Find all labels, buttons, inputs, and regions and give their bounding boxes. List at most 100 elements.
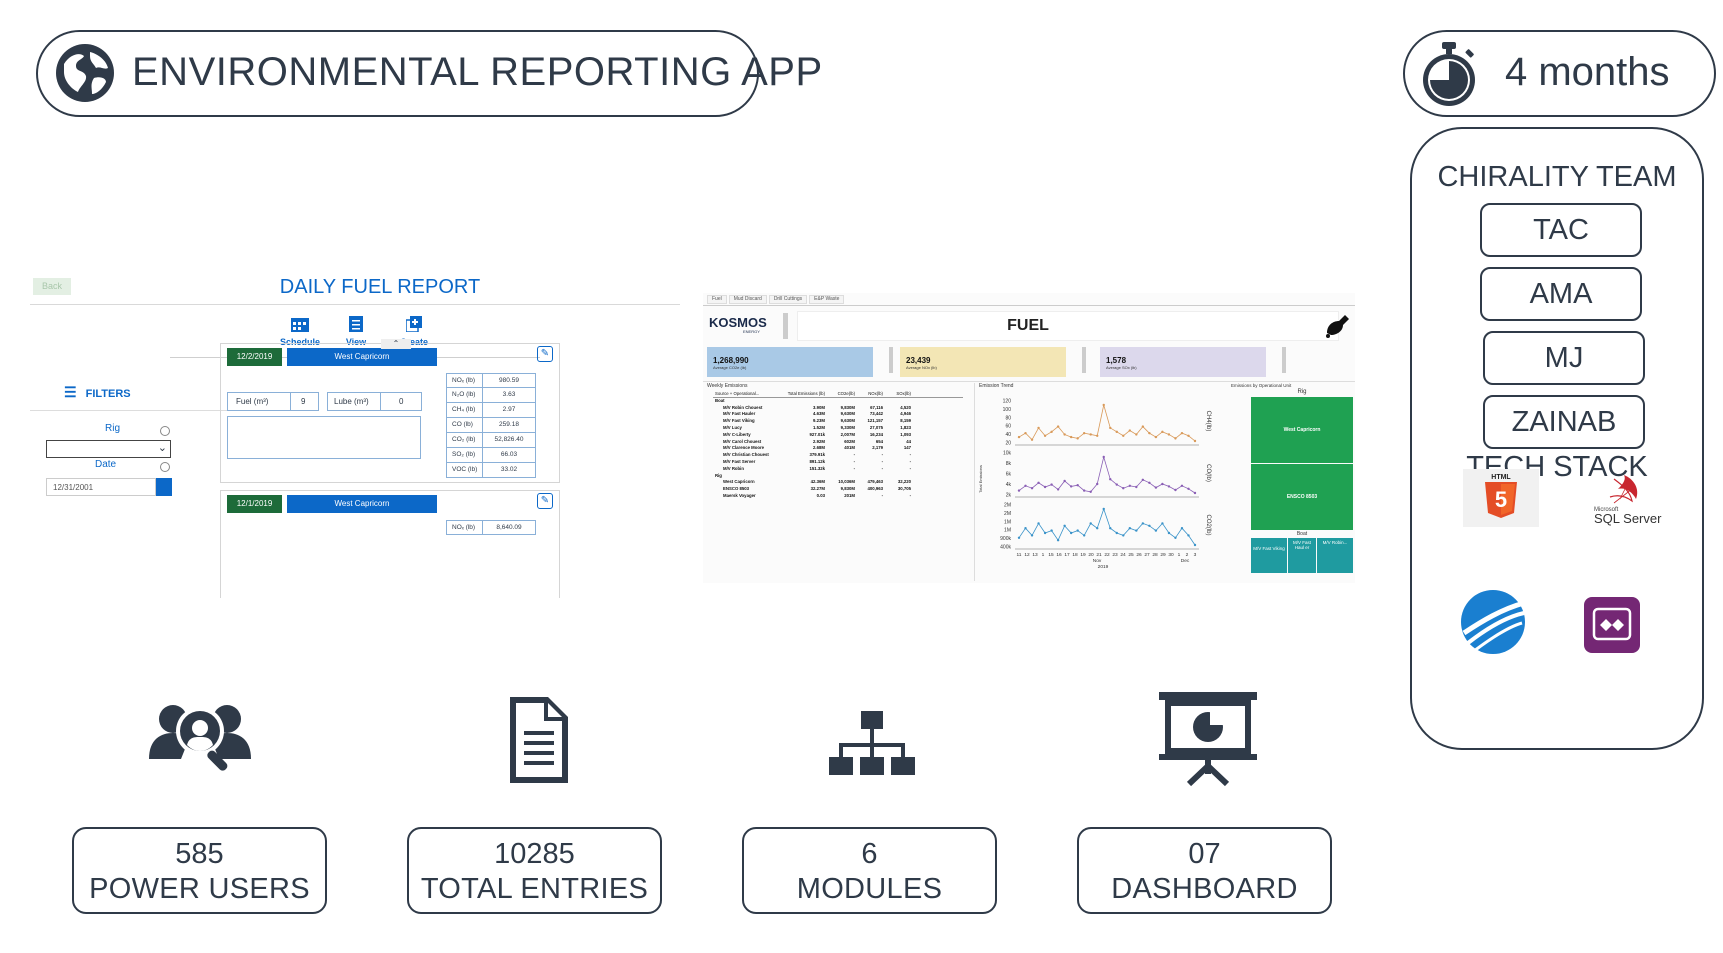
stat-label: POWER USERS xyxy=(89,873,310,905)
dashboard-tab[interactable]: Fuel xyxy=(707,295,727,304)
unit-block-west-capricorn[interactable]: West Capricorn xyxy=(1251,397,1353,463)
trend-data-point xyxy=(1174,536,1177,539)
trend-data-point xyxy=(1082,489,1086,492)
reset-rig-icon[interactable] xyxy=(160,426,170,436)
trend-data-point xyxy=(1141,522,1145,525)
trend-data-point xyxy=(1193,491,1197,495)
trend-data-point xyxy=(1056,425,1060,428)
table-cell: 32.27M xyxy=(810,486,825,492)
table-row: Rig xyxy=(713,473,963,480)
lube-field-label: Lube (m³) xyxy=(334,397,369,406)
team-member-ama: AMA xyxy=(1480,267,1642,321)
table-cell: 2,179 xyxy=(872,445,883,451)
emission-value: 66.03 xyxy=(500,451,518,458)
trend-data-point xyxy=(1161,430,1164,434)
presentation-chart-icon xyxy=(1159,692,1257,787)
trend-data-point xyxy=(1063,479,1066,483)
lube-field-value: 0 xyxy=(380,393,423,410)
fuel-field[interactable]: Fuel (m³) 9 xyxy=(227,392,319,411)
dashboard-tab[interactable]: E&P Waste xyxy=(809,295,845,304)
table-cell: 9.23M xyxy=(813,418,825,424)
emission-value: 980.59 xyxy=(499,377,519,384)
table-row: M/V Clarence Moore 2.68M 401M 2,179 147 xyxy=(713,445,963,452)
emission-row: CH₄ (lb) 2.97 xyxy=(446,403,536,418)
dashboard-tab[interactable]: Drill Cuttings xyxy=(768,295,808,304)
edit-icon[interactable]: ✎ xyxy=(537,493,553,509)
table-cell: 4,946 xyxy=(900,411,911,417)
emission-trend-chart: Total Emissions12010080604020CH4(lb)10k8… xyxy=(978,399,1211,571)
trend-data-point xyxy=(1109,527,1112,530)
emission-row: CO (lb) 259.18 xyxy=(446,418,536,433)
fuel-entry-card: 12/1/2019 West Capricorn ✎ NOₓ (lb) 8,640… xyxy=(220,490,560,598)
emission-name: CH₄ (lb) xyxy=(447,403,483,417)
list-icon xyxy=(349,316,363,332)
trend-data-point xyxy=(1037,481,1040,484)
table-header-cell: SOx(lb) xyxy=(896,391,911,396)
unit-block-boat[interactable]: M/V Fast Haul er xyxy=(1288,538,1316,573)
dashboard-tab[interactable]: Mud Discard xyxy=(728,295,767,304)
table-cell xyxy=(887,473,915,480)
trend-y-tick-label: 20 xyxy=(1005,441,1011,447)
trend-data-point xyxy=(1154,486,1158,489)
reset-date-icon[interactable] xyxy=(160,462,170,472)
filters-label: FILTERS xyxy=(85,388,131,400)
table-cell: 891.12k xyxy=(809,458,825,464)
trend-data-point xyxy=(1030,534,1034,537)
kpi-card: 1,268,990 Average CO2e (lb) xyxy=(707,347,873,377)
filters-heading: ☰ FILTERS xyxy=(64,384,131,401)
app-title-pill: ENVIRONMENTAL REPORTING APP xyxy=(36,30,822,117)
table-cell: 2.92M xyxy=(813,438,825,444)
back-button[interactable]: Back xyxy=(33,278,71,295)
trend-x-tick-label: 21 xyxy=(1096,552,1102,558)
brand-logo: KOSMOS xyxy=(709,315,767,330)
edit-icon[interactable]: ✎ xyxy=(537,346,553,362)
power-apps-logo-icon xyxy=(1584,597,1640,653)
trend-data-point xyxy=(1056,488,1060,491)
trend-data-point xyxy=(1115,531,1118,535)
lube-field[interactable]: Lube (m³) 0 xyxy=(327,392,422,411)
trend-data-point xyxy=(1167,531,1171,535)
table-cell xyxy=(887,398,915,405)
emission-value: 8,640.09 xyxy=(496,524,522,531)
trend-data-point xyxy=(1089,490,1092,493)
collapse-icon[interactable]: ⌃ xyxy=(381,339,411,349)
emission-value: 33.02 xyxy=(500,466,518,473)
kpi-card: 1,578 Average SOx (lb) xyxy=(1100,347,1266,377)
unit-block-boat[interactable]: M/V Fast Viking xyxy=(1251,538,1287,573)
trend-data-point xyxy=(1128,429,1132,432)
entry-date: 12/1/2019 xyxy=(227,495,282,513)
trend-data-point xyxy=(1167,433,1171,436)
table-cell: 201M xyxy=(844,492,855,498)
trend-y-tick-label: 80 xyxy=(1005,415,1011,421)
notes-textarea[interactable] xyxy=(227,416,421,459)
trend-data-point xyxy=(1076,529,1079,532)
trend-data-point xyxy=(1024,431,1027,435)
trend-data-point xyxy=(1024,484,1027,487)
trend-data-point xyxy=(1115,483,1118,486)
trend-x-tick-label: 24 xyxy=(1120,552,1126,558)
table-cell: 2,007M xyxy=(840,431,855,437)
trend-x-tick-label: 23 xyxy=(1112,552,1118,558)
table-header-cell: CO2e(lb) xyxy=(837,391,855,396)
team-member-mj: MJ xyxy=(1483,331,1645,385)
unit-block-ensco[interactable]: ENSCO 8503 xyxy=(1251,464,1353,530)
trend-data-point xyxy=(1043,485,1047,489)
trend-x-tick-label: 22 xyxy=(1104,552,1110,558)
trend-data-point xyxy=(1122,534,1125,537)
kpi-label: Average CO2e (lb) xyxy=(713,365,747,370)
fuel-pump-icon xyxy=(1326,315,1349,338)
trend-y-tick-label: 2M xyxy=(1004,503,1011,509)
trend-y-tick-label: 60 xyxy=(1005,424,1011,430)
trend-data-point xyxy=(1096,527,1099,530)
trend-x-tick-label: 2 xyxy=(1186,552,1189,558)
table-cell: West Capricorn xyxy=(723,479,755,485)
unit-block-boat[interactable]: M/V Robin... xyxy=(1317,538,1353,573)
table-cell: 10,036M xyxy=(838,479,855,485)
divider xyxy=(889,347,893,373)
globe-icon xyxy=(56,44,114,102)
calendar-button[interactable] xyxy=(156,478,172,496)
rig-select[interactable]: ⌄ xyxy=(46,440,171,458)
trend-data-point xyxy=(1102,455,1105,459)
date-input[interactable]: 12/31/2001 xyxy=(46,478,156,496)
table-cell xyxy=(829,473,859,480)
